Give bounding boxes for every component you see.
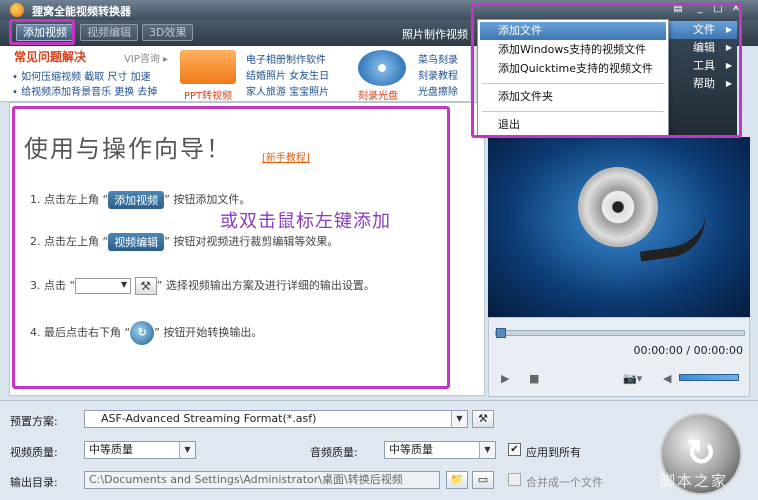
stop-icon[interactable]: ■ <box>529 372 539 385</box>
snapshot-icon[interactable]: 📷▾ <box>623 372 642 385</box>
player-controls: 00:00:00 / 00:00:00 ▶ ■ 📷▾ ◀ <box>488 317 750 397</box>
app-logo-icon <box>10 3 24 17</box>
audio-quality-value: 中等质量 <box>389 443 433 456</box>
apply-all-checkbox[interactable]: ✔ <box>508 443 521 456</box>
output-dir-label: 输出目录: <box>10 476 58 489</box>
chevron-down-icon[interactable]: ▼ <box>451 411 467 427</box>
faq-title: 常见问题解决 <box>14 50 87 64</box>
faq-line-1[interactable]: • 如何压缩视频 截取 尺寸 加速 <box>12 68 151 83</box>
play-icon[interactable]: ▶ <box>501 372 509 385</box>
video-quality-label: 视频质量: <box>10 446 58 459</box>
merge-label: 合并成一个文件 <box>526 476 603 489</box>
photo-to-video-link[interactable]: 照片制作视频 <box>402 26 468 42</box>
film-strip-icon <box>635 212 711 262</box>
ppt-to-video-link[interactable]: PPT转视频 <box>184 87 232 102</box>
preset-label: 预置方案: <box>10 415 58 428</box>
merge-checkbox[interactable] <box>508 473 521 486</box>
disc-erase-link[interactable]: 光盘擦除 <box>418 83 458 98</box>
output-settings: 预置方案: ASF-Advanced Streaming Format(*.as… <box>0 400 758 500</box>
volume-icon[interactable]: ◀ <box>663 372 671 385</box>
burn-disc-link[interactable]: 刻录光盘 <box>358 87 398 102</box>
apply-all-label: 应用到所有 <box>526 446 581 459</box>
browse-folder-icon[interactable]: 📁 <box>446 471 468 489</box>
album-line-3[interactable]: 家人旅游 宝宝照片 <box>246 83 329 98</box>
video-quality-dropdown[interactable]: 中等质量 ▼ <box>84 441 196 459</box>
open-folder-icon[interactable]: ▭ <box>472 471 494 489</box>
edit-video-button[interactable]: 视频编辑 <box>80 24 138 41</box>
album-software-link[interactable]: 电子相册制作软件 <box>246 51 326 66</box>
burn-tutorial-link[interactable]: 刻录教程 <box>418 67 458 82</box>
video-preview <box>488 137 750 317</box>
output-dir-field[interactable]: C:\Documents and Settings\Administrator\… <box>84 471 440 489</box>
preset-settings-icon[interactable]: ⚒ <box>472 410 494 428</box>
album-line-2[interactable]: 结婚照片 女友生日 <box>246 67 329 82</box>
chevron-down-icon[interactable]: ▼ <box>479 442 495 458</box>
output-dir-value: C:\Documents and Settings\Administrator\… <box>89 473 403 486</box>
audio-quality-label: 音频质量: <box>310 446 358 459</box>
volume-slider[interactable] <box>679 374 739 381</box>
preset-dropdown[interactable]: ASF-Advanced Streaming Format(*.asf) ▼ <box>84 410 468 428</box>
audio-quality-dropdown[interactable]: 中等质量 ▼ <box>384 441 496 459</box>
highlight-menu <box>471 3 742 138</box>
ppt-icon[interactable] <box>180 50 236 84</box>
vip-consult-link[interactable]: VIP咨询 ▸ <box>124 50 168 65</box>
cd-icon[interactable] <box>358 50 406 86</box>
video-quality-value: 中等质量 <box>89 443 133 456</box>
ad-strip: 常见问题解决 VIP咨询 ▸ • 如何压缩视频 截取 尺寸 加速 • 给视频添加… <box>0 46 470 102</box>
highlight-content-area <box>12 106 450 389</box>
seek-thumb[interactable] <box>496 328 506 338</box>
3d-effect-button[interactable]: 3D效果 <box>142 24 194 41</box>
chevron-down-icon[interactable]: ▼ <box>179 442 195 458</box>
highlight-add-video <box>9 19 75 45</box>
seek-bar[interactable] <box>495 328 745 338</box>
burn-rookie-link[interactable]: 菜鸟刻录 <box>418 51 458 66</box>
preset-value: ASF-Advanced Streaming Format(*.asf) <box>101 412 317 425</box>
watermark: 脚本之家 <box>660 472 729 490</box>
time-display: 00:00:00 / 00:00:00 <box>633 344 743 357</box>
app-title: 狸窝全能视频转换器 <box>32 5 131 18</box>
faq-line-2[interactable]: • 给视频添加背景音乐 更换 去掉 <box>12 83 157 98</box>
